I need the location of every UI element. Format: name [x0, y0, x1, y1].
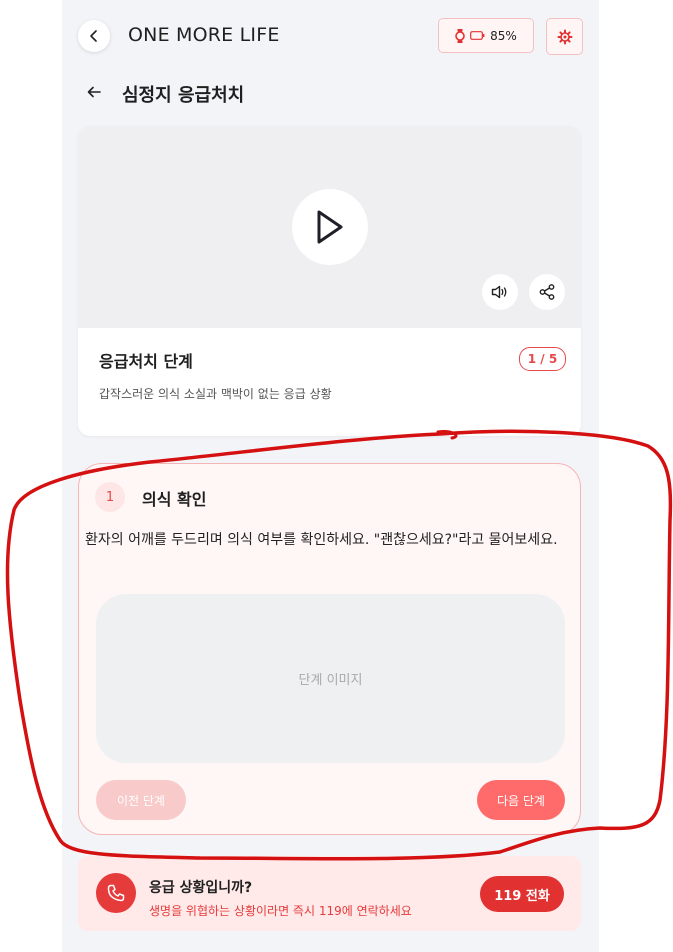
app-title: ONE MORE LIFE [128, 24, 280, 46]
section-title: 응급처치 단계 [99, 352, 193, 371]
section-description: 갑작스러운 의식 소실과 맥박이 없는 응급 상황 [99, 387, 332, 401]
subnav-back-button[interactable] [84, 82, 104, 102]
step-number: 1 [95, 482, 125, 512]
step-description: 환자의 어깨를 두드리며 의식 여부를 확인하세요. "괜찮으세요?"라고 물어… [85, 532, 558, 548]
app-screen: ONE MORE LIFE 85% 심정지 응급처치 응급처치 단계 1 / 5… [62, 0, 599, 952]
play-button[interactable] [292, 189, 368, 265]
share-icon [539, 284, 555, 300]
settings-gear-icon [557, 29, 572, 44]
volume-icon [491, 285, 507, 299]
call-119-button[interactable]: 119 전화 [480, 876, 564, 912]
step-counter-badge: 1 / 5 [519, 347, 566, 371]
share-button[interactable] [529, 274, 565, 310]
next-step-button[interactable]: 다음 단계 [477, 780, 565, 820]
video-card: 응급처치 단계 1 / 5 갑작스러운 의식 소실과 맥박이 없는 응급 상황 [78, 126, 581, 436]
battery-percentage: 85% [490, 28, 517, 43]
step-card: 1 의식 확인 환자의 어깨를 두드리며 의식 여부를 확인하세요. "괜찮으세… [78, 463, 581, 835]
page-title: 심정지 응급처치 [122, 85, 245, 106]
phone-icon [107, 884, 125, 902]
step-title: 의식 확인 [142, 490, 207, 509]
emergency-description: 생명을 위협하는 상황이라면 즉시 119에 연락하세요 [149, 904, 412, 918]
back-button[interactable] [78, 20, 110, 52]
emergency-title: 응급 상황입니까? [149, 880, 253, 896]
chevron-left-icon [90, 30, 97, 42]
phone-icon-circle [96, 873, 136, 913]
settings-button[interactable] [546, 18, 583, 55]
step-image-placeholder: 단계 이미지 [96, 594, 565, 763]
device-status-badge[interactable]: 85% [438, 18, 534, 53]
battery-icon [470, 31, 485, 40]
play-icon [317, 210, 343, 244]
video-player[interactable] [78, 126, 581, 328]
prev-step-button[interactable]: 이전 단계 [96, 780, 186, 820]
emergency-banner: 응급 상황입니까? 생명을 위협하는 상황이라면 즉시 119에 연락하세요 1… [78, 856, 581, 931]
volume-button[interactable] [482, 274, 518, 310]
watch-icon [455, 28, 465, 43]
arrow-left-icon [87, 86, 101, 98]
